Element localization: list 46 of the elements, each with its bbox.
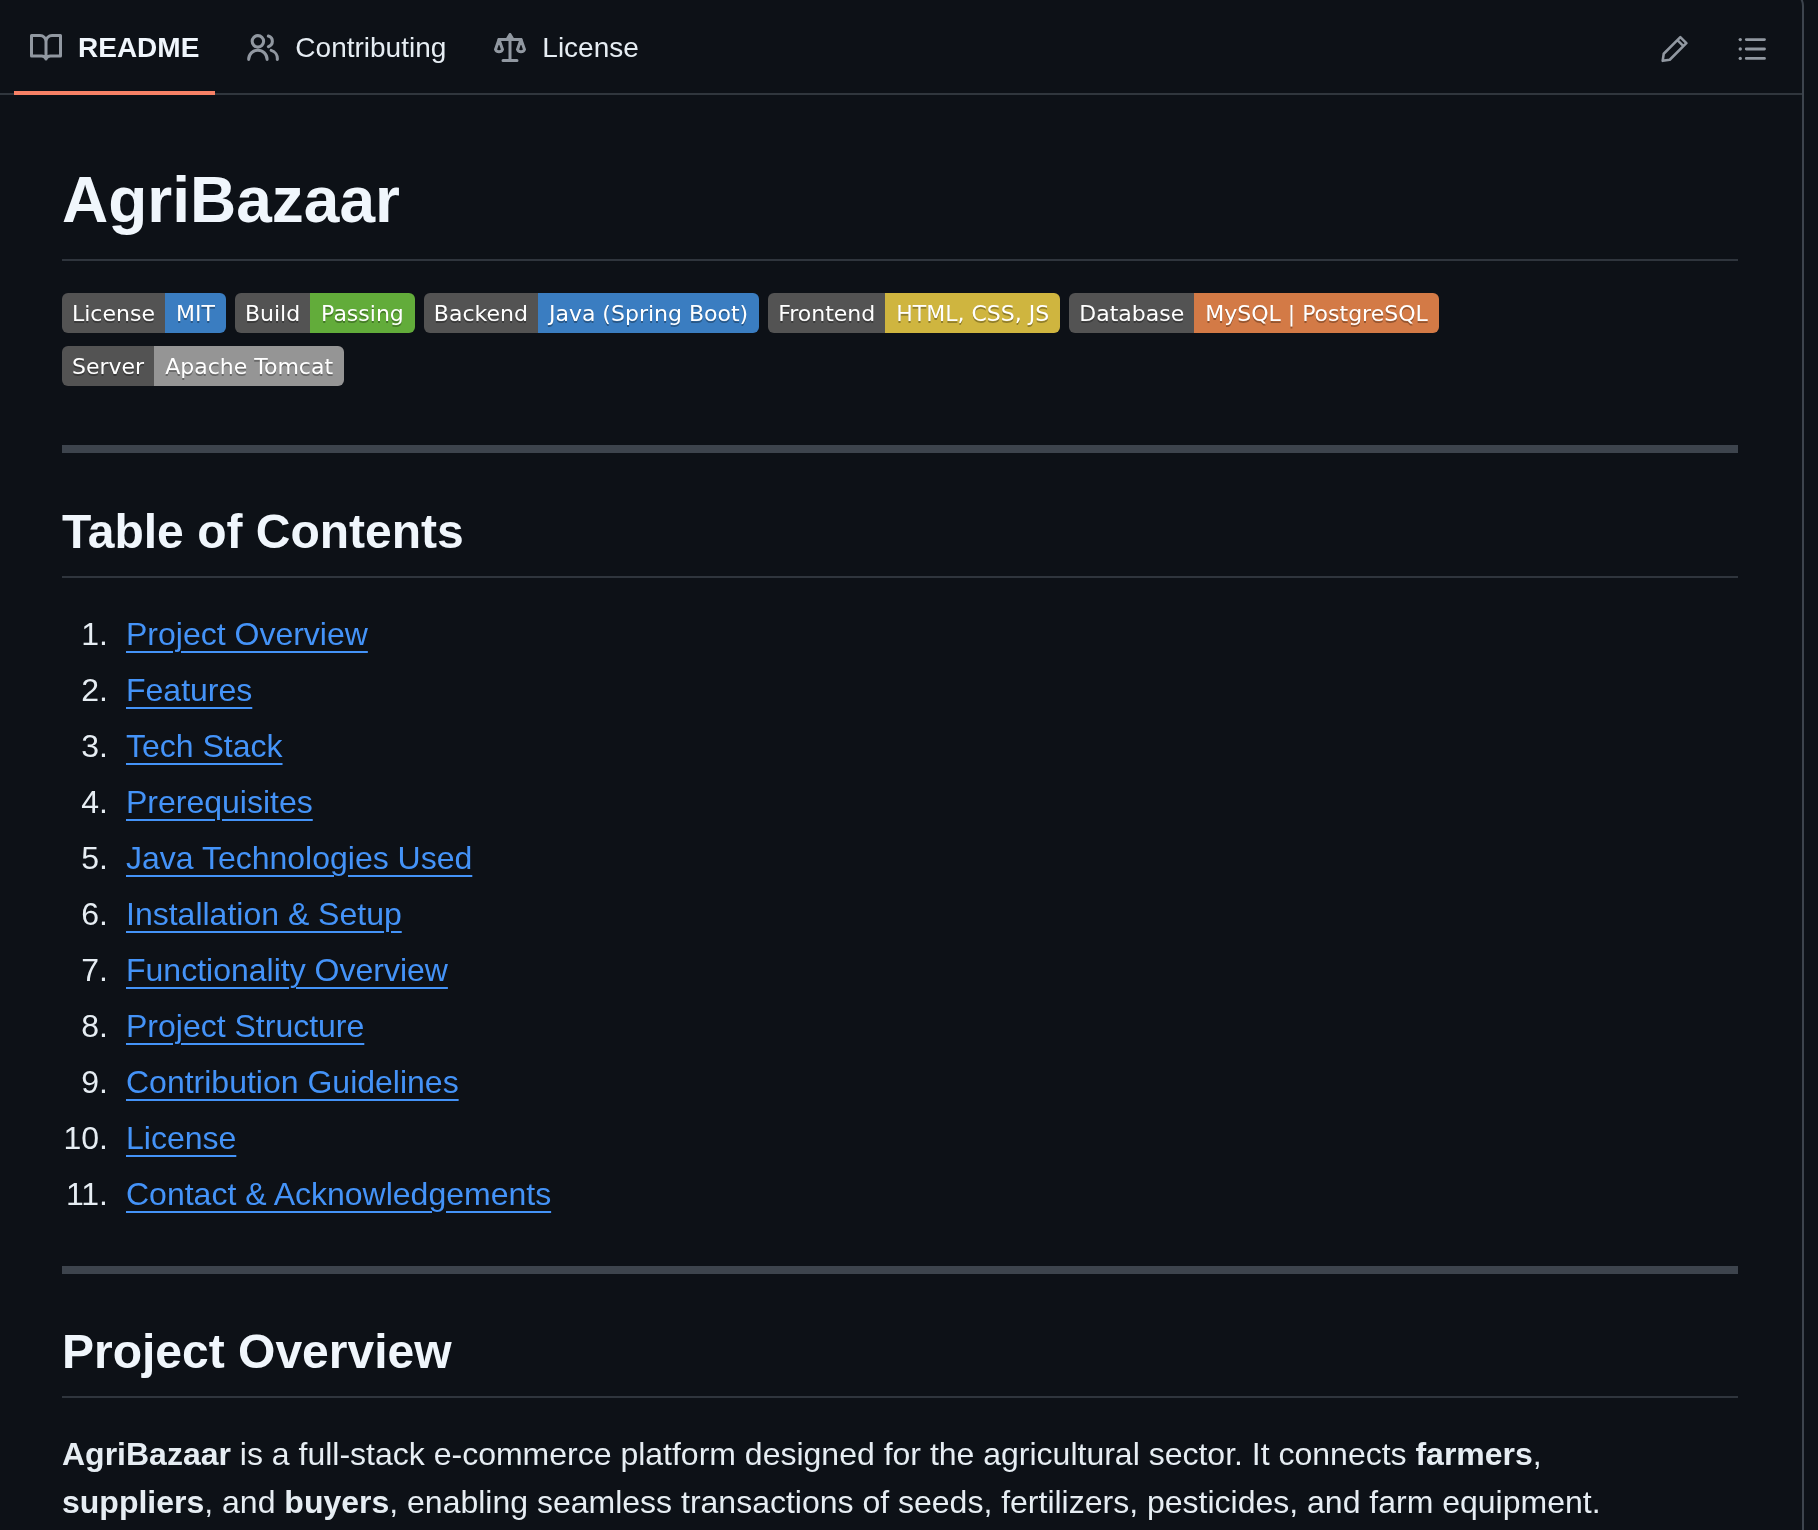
toc-link[interactable]: Features [126,666,253,714]
pencil-icon[interactable] [1661,34,1688,63]
toc-link[interactable]: Contact & Acknowledgements [126,1170,552,1218]
list-number: 3. [80,727,108,766]
toc-link[interactable]: Installation & Setup [126,890,402,938]
badge-value: Passing [310,293,415,333]
toc-link[interactable]: Project Structure [126,1002,365,1050]
badge-value: MySQL | PostgreSQL [1194,293,1439,333]
badge-label: License [62,293,165,333]
badge-label: Server [62,346,155,386]
list-number: 4. [80,783,108,822]
tab[interactable]: License [478,0,655,95]
list-icon[interactable] [1738,36,1766,61]
list-number: 1. [80,615,108,654]
badge-value: Apache Tomcat [154,346,344,386]
badge-label: Frontend [768,293,886,333]
section-heading: Table of Contents [62,502,1738,578]
list-number: 7. [80,951,108,990]
badge-label: Backend [423,293,538,333]
badge-label: Build [234,293,311,333]
book-icon [30,34,62,61]
list-number: 9. [80,1063,108,1102]
list-number: 6. [80,895,108,934]
toc-link[interactable]: Tech Stack [126,722,283,770]
section-heading: Project Overview [62,1322,1738,1398]
people-icon [247,34,280,61]
badge-label: Database [1069,293,1195,333]
badge-value: HTML, CSS, JS [885,293,1061,333]
badge-value: Java (Spring Boot) [537,293,760,333]
toc-link[interactable]: Project Overview [126,610,368,658]
toc-link[interactable]: License [126,1114,237,1162]
tab[interactable]: Contributing [231,0,463,95]
toc-link[interactable]: Prerequisites [126,778,313,826]
list-number: 8. [80,1007,108,1046]
list-number: 2. [80,671,108,710]
overview-paragraph: AgriBazaar is a full-stack e-commerce platform designed for the agricultural sector. It connects farmers, suppliers, and buyers, enabling seamless transactions of seeds, fertilizers, pesticides, and farm equipment. [62,1435,1602,1522]
toc-link[interactable]: Java Technologies Used [126,834,473,882]
list-number: 10. [62,1119,108,1158]
toc-link[interactable]: Functionality Overview [126,946,448,994]
page-title: AgriBazaar [62,160,1738,261]
scales-icon [494,33,527,62]
list-number: 11. [64,1175,108,1214]
list-number: 5. [80,839,108,878]
tab[interactable]: README [14,0,216,95]
badge-value: MIT [164,293,226,333]
toc-link[interactable]: Contribution Guidelines [126,1058,459,1106]
